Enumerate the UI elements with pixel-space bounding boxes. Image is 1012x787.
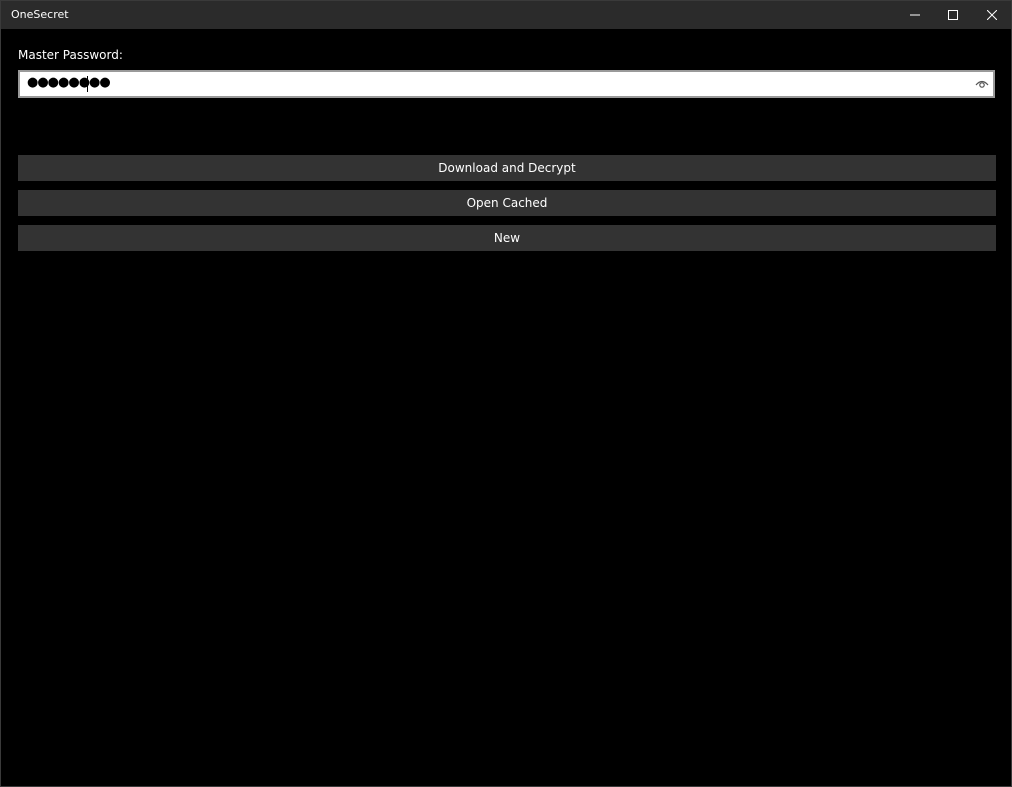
master-password-label: Master Password:	[18, 48, 123, 62]
app-window: OneSecret Master Password: ●●●●●●●● Down…	[0, 0, 1012, 787]
minimize-button[interactable]	[896, 1, 934, 29]
maximize-button[interactable]	[934, 1, 972, 29]
open-cached-button[interactable]: Open Cached	[18, 190, 996, 216]
text-caret	[87, 76, 88, 92]
eye-icon[interactable]	[975, 78, 989, 90]
download-and-decrypt-button[interactable]: Download and Decrypt	[18, 155, 996, 181]
master-password-input[interactable]: ●●●●●●●●	[18, 70, 995, 98]
close-icon	[987, 10, 997, 20]
close-button[interactable]	[973, 1, 1011, 29]
window-title: OneSecret	[11, 8, 69, 21]
title-bar[interactable]: OneSecret	[1, 1, 1011, 29]
new-button[interactable]: New	[18, 225, 996, 251]
maximize-icon	[948, 10, 958, 20]
minimize-icon	[910, 14, 920, 16]
password-value: ●●●●●●●●	[27, 75, 111, 90]
